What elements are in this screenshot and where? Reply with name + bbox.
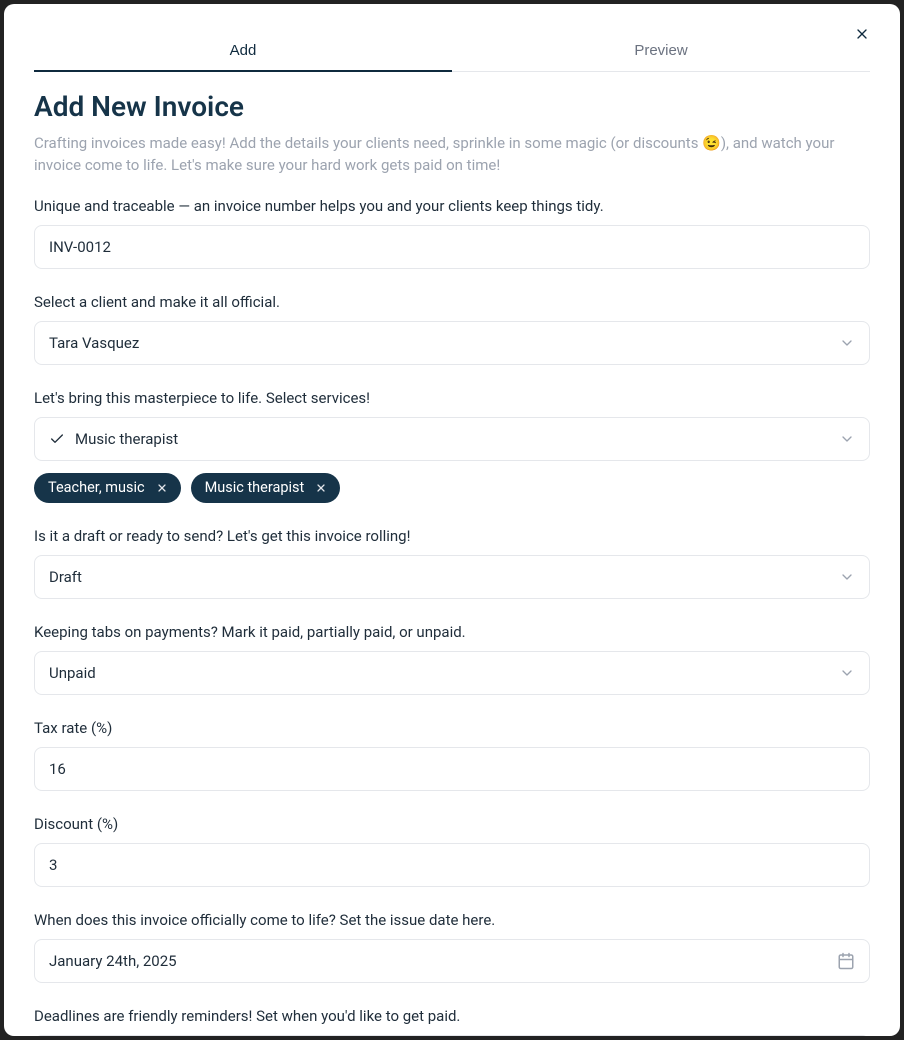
payment-status-label: Keeping tabs on payments? Mark it paid, …	[34, 623, 870, 641]
remove-chip-button[interactable]	[312, 479, 330, 497]
calendar-icon	[837, 952, 855, 970]
tax-rate-input[interactable]	[34, 747, 870, 791]
client-label: Select a client and make it all official…	[34, 293, 870, 311]
field-client: Select a client and make it all official…	[34, 293, 870, 365]
check-icon	[49, 431, 65, 447]
field-status: Is it a draft or ready to send? Let's ge…	[34, 527, 870, 599]
discount-label: Discount (%)	[34, 815, 870, 833]
service-chip: Music therapist	[191, 473, 341, 503]
status-select-value: Draft	[49, 568, 839, 586]
services-select-value: Music therapist	[75, 430, 839, 448]
status-select[interactable]: Draft	[34, 555, 870, 599]
tabs: Add Preview	[34, 32, 870, 72]
payment-status-select[interactable]: Unpaid	[34, 651, 870, 695]
field-tax-rate: Tax rate (%)	[34, 719, 870, 791]
tab-add[interactable]: Add	[34, 32, 452, 71]
chevron-down-icon	[839, 431, 855, 447]
field-issue-date: When does this invoice officially come t…	[34, 911, 870, 983]
tab-preview[interactable]: Preview	[452, 32, 870, 71]
tax-rate-label: Tax rate (%)	[34, 719, 870, 737]
invoice-number-input[interactable]	[34, 225, 870, 269]
discount-input[interactable]	[34, 843, 870, 887]
status-label: Is it a draft or ready to send? Let's ge…	[34, 527, 870, 545]
add-invoice-modal: Add Preview Add New Invoice Crafting inv…	[4, 4, 900, 1036]
service-chip: Teacher, music	[34, 473, 181, 503]
services-select[interactable]: Music therapist	[34, 417, 870, 461]
issue-date-label: When does this invoice officially come t…	[34, 911, 870, 929]
chevron-down-icon	[839, 569, 855, 585]
page-title: Add New Invoice	[34, 90, 870, 123]
chevron-down-icon	[839, 335, 855, 351]
field-payment-status: Keeping tabs on payments? Mark it paid, …	[34, 623, 870, 695]
chevron-down-icon	[839, 665, 855, 681]
field-services: Let's bring this masterpiece to life. Se…	[34, 389, 870, 503]
field-due-date: Deadlines are friendly reminders! Set wh…	[34, 1007, 870, 1037]
field-invoice-number: Unique and traceable — an invoice number…	[34, 197, 870, 269]
page-subtitle: Crafting invoices made easy! Add the det…	[34, 133, 870, 177]
services-chips: Teacher, music Music therapist	[34, 473, 870, 503]
remove-chip-button[interactable]	[153, 479, 171, 497]
client-select-value: Tara Vasquez	[49, 334, 839, 352]
due-date-label: Deadlines are friendly reminders! Set wh…	[34, 1007, 870, 1025]
payment-status-select-value: Unpaid	[49, 664, 839, 682]
services-label: Let's bring this masterpiece to life. Se…	[34, 389, 870, 407]
field-discount: Discount (%)	[34, 815, 870, 887]
due-date-picker[interactable]: February 15th, 2025	[34, 1035, 870, 1037]
service-chip-label: Teacher, music	[48, 479, 145, 496]
client-select[interactable]: Tara Vasquez	[34, 321, 870, 365]
invoice-number-label: Unique and traceable — an invoice number…	[34, 197, 870, 215]
issue-date-picker[interactable]: January 24th, 2025	[34, 939, 870, 983]
issue-date-value: January 24th, 2025	[49, 952, 837, 970]
service-chip-label: Music therapist	[205, 479, 305, 496]
